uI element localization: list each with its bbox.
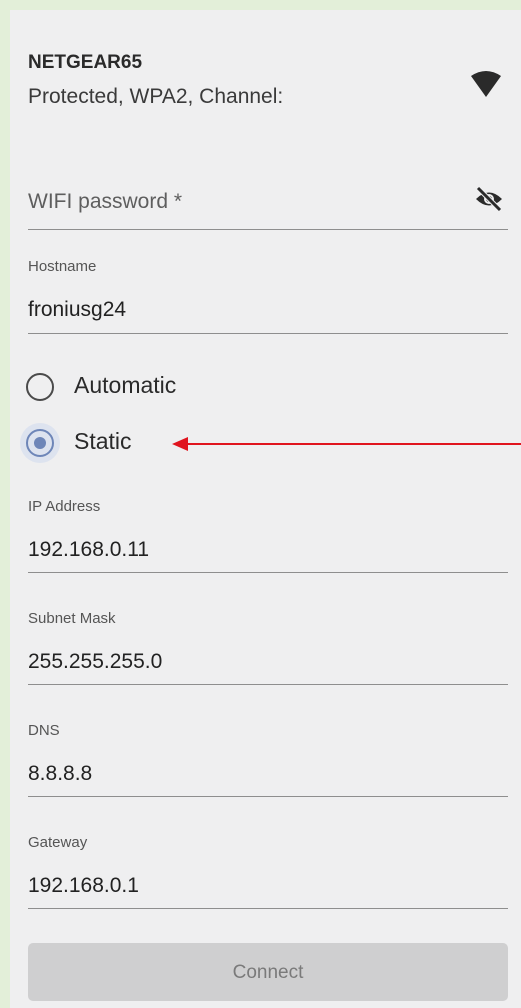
eye-off-icon[interactable] [474,184,504,214]
subnet-mask-field[interactable]: Subnet Mask 255.255.255.0 [28,610,508,686]
subnet-mask-value: 255.255.255.0 [28,650,163,673]
wifi-settings-panel: NETGEAR65 Protected, WPA2, Channel: WIFI… [10,10,521,1008]
wifi-password-field[interactable]: WIFI password * [28,180,508,232]
wifi-password-placeholder: WIFI password * [28,190,183,213]
radio-automatic-label: Automatic [74,372,177,398]
dns-field[interactable]: DNS 8.8.8.8 [28,722,508,798]
hostname-underline [28,333,508,334]
network-description: Protected, WPA2, Channel: [28,85,284,108]
hostname-label: Hostname [28,258,97,275]
radio-automatic-button[interactable] [26,373,54,401]
wifi-icon [471,71,501,97]
radio-static-label: Static [74,428,132,454]
ip-address-underline [28,572,508,573]
annotation-arrow [172,437,521,451]
dns-label: DNS [28,722,60,739]
dns-value: 8.8.8.8 [28,762,93,785]
gateway-label: Gateway [28,834,88,851]
gateway-value: 192.168.0.1 [28,874,139,897]
wifi-password-underline [28,229,508,230]
subnet-mask-label: Subnet Mask [28,610,116,627]
ip-address-field[interactable]: IP Address 192.168.0.11 [28,498,508,574]
network-name: NETGEAR65 [28,52,143,73]
dns-underline [28,796,508,797]
hostname-value: froniusg24 [28,298,127,321]
gateway-underline [28,908,508,909]
ip-address-label: IP Address [28,498,101,515]
radio-static-button[interactable] [26,429,54,457]
ip-address-value: 192.168.0.11 [28,538,150,561]
connect-button[interactable]: Connect [28,943,508,1001]
radio-automatic[interactable]: Automatic [26,372,286,406]
subnet-mask-underline [28,684,508,685]
gateway-field[interactable]: Gateway 192.168.0.1 [28,834,508,910]
hostname-field[interactable]: Hostname froniusg24 [28,258,508,334]
